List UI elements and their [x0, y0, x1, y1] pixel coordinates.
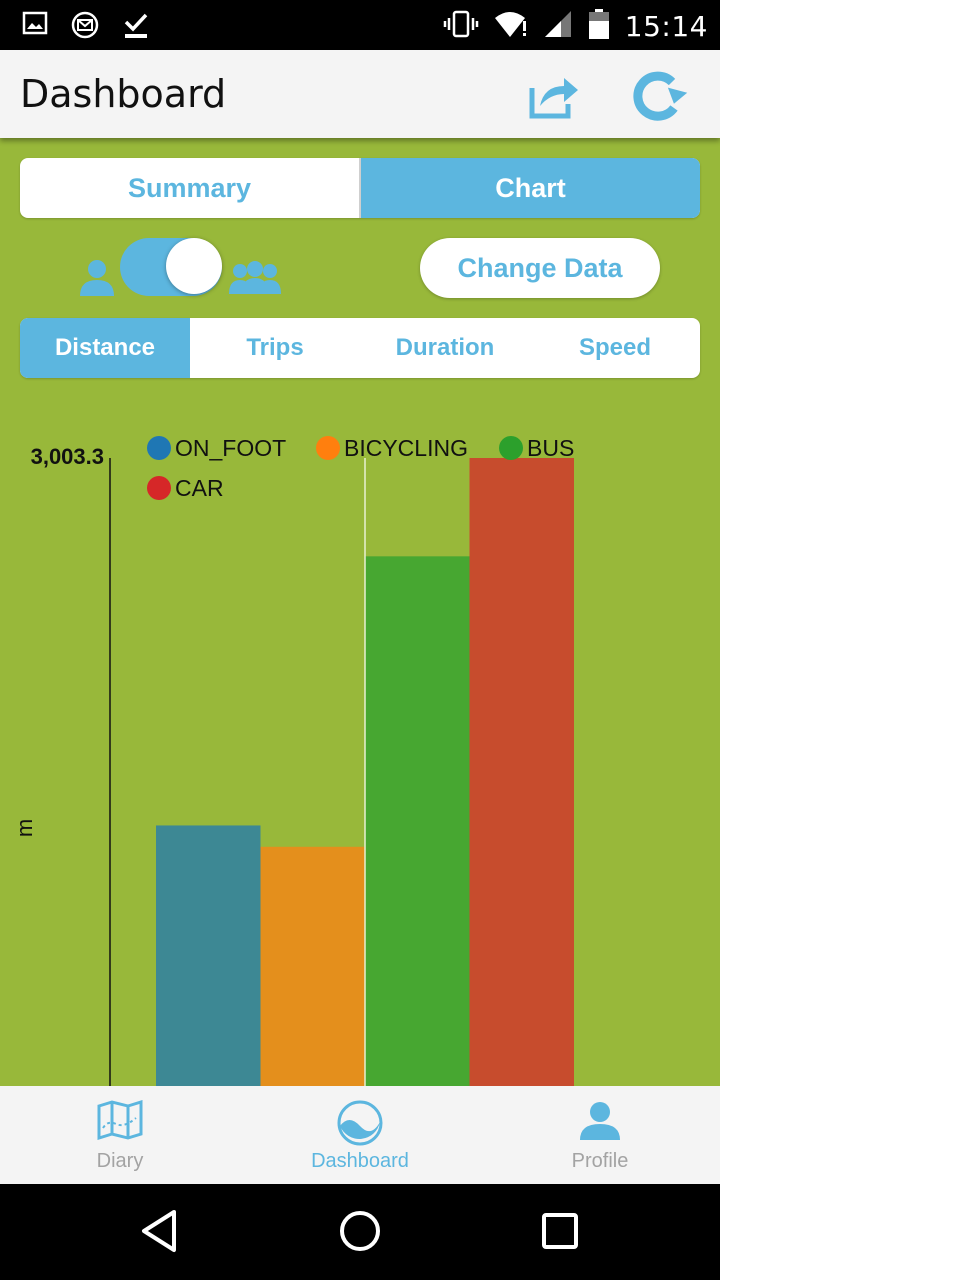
- app-bar: Dashboard: [0, 50, 720, 138]
- legend-label-car[interactable]: CAR: [175, 475, 224, 501]
- download-done-icon: [122, 10, 150, 45]
- status-time: 15:14: [624, 10, 708, 43]
- legend-swatch-on-foot[interactable]: [147, 436, 171, 460]
- nav-label-profile: Profile: [571, 1150, 629, 1172]
- tab-speed[interactable]: Speed: [530, 318, 700, 378]
- bottom-navigation: Diary Dashboard Profile: [0, 1086, 720, 1184]
- distance-bar-chart: 3,003.3 m ON_FOOT BICYCLING BUS CAR: [12, 435, 574, 1086]
- refresh-button[interactable]: [628, 68, 688, 124]
- bar-bicycling[interactable]: [260, 846, 366, 1086]
- metric-tabs: Distance Trips Duration Speed: [20, 318, 700, 378]
- toggle-knob[interactable]: [166, 238, 222, 294]
- battery-icon: [587, 8, 611, 45]
- status-right-icons: 15:14: [443, 8, 708, 45]
- legend-label-on-foot[interactable]: ON_FOOT: [175, 435, 286, 461]
- nav-diary[interactable]: Diary: [0, 1086, 240, 1184]
- legend-label-bus[interactable]: BUS: [527, 435, 574, 461]
- bar-car[interactable]: [469, 458, 575, 1086]
- status-bar: 15:14: [0, 0, 720, 50]
- nav-profile[interactable]: Profile: [480, 1086, 720, 1184]
- tab-duration[interactable]: Duration: [360, 318, 530, 378]
- dashboard-icon: [337, 1100, 383, 1151]
- group-icon: [228, 260, 282, 301]
- status-left-icons: [22, 10, 150, 45]
- page-title: Dashboard: [20, 72, 227, 116]
- refresh-icon: [628, 71, 688, 128]
- image-icon: [22, 10, 48, 45]
- y-axis-label: m: [12, 819, 37, 837]
- legend-swatch-bus[interactable]: [499, 436, 523, 460]
- system-navigation-bar: [0, 1184, 720, 1280]
- nav-label-dashboard: Dashboard: [311, 1150, 409, 1172]
- scope-toggle[interactable]: [120, 238, 222, 296]
- tab-distance[interactable]: Distance: [20, 318, 190, 378]
- share-button[interactable]: [526, 70, 582, 122]
- legend-label-bicycling[interactable]: BICYCLING: [344, 435, 468, 461]
- share-icon: [526, 78, 582, 126]
- legend-swatch-bicycling[interactable]: [316, 436, 340, 460]
- bar-group: [156, 458, 574, 1086]
- view-switch: Summary Chart: [20, 158, 700, 218]
- vibrate-icon: [443, 9, 479, 44]
- wifi-icon: [493, 9, 529, 44]
- tab-summary[interactable]: Summary: [20, 158, 359, 218]
- change-data-button[interactable]: Change Data: [420, 238, 660, 298]
- back-icon[interactable]: [138, 1208, 182, 1259]
- nav-label-diary: Diary: [96, 1150, 144, 1172]
- tab-chart[interactable]: Chart: [361, 158, 700, 218]
- dashboard-content: Summary Chart Change Data Distance Trips…: [0, 138, 720, 1086]
- scope-toggle-group: [72, 234, 292, 304]
- bar-on-foot[interactable]: [156, 825, 261, 1086]
- map-icon: [96, 1099, 144, 1145]
- phone-screen: 15:14 Dashboard Summary Chart Change Dat…: [0, 0, 720, 1280]
- person-icon: [76, 258, 118, 303]
- tab-trips[interactable]: Trips: [190, 318, 360, 378]
- profile-icon: [578, 1100, 622, 1147]
- signal-icon: [543, 9, 573, 44]
- y-max-tick-label: 3,003.3: [31, 444, 104, 469]
- home-icon[interactable]: [338, 1208, 382, 1259]
- bar-bus[interactable]: [365, 556, 470, 1086]
- nav-dashboard[interactable]: Dashboard: [240, 1086, 480, 1184]
- recents-icon[interactable]: [540, 1208, 580, 1259]
- legend-swatch-car[interactable]: [147, 476, 171, 500]
- mail-icon: [70, 10, 100, 45]
